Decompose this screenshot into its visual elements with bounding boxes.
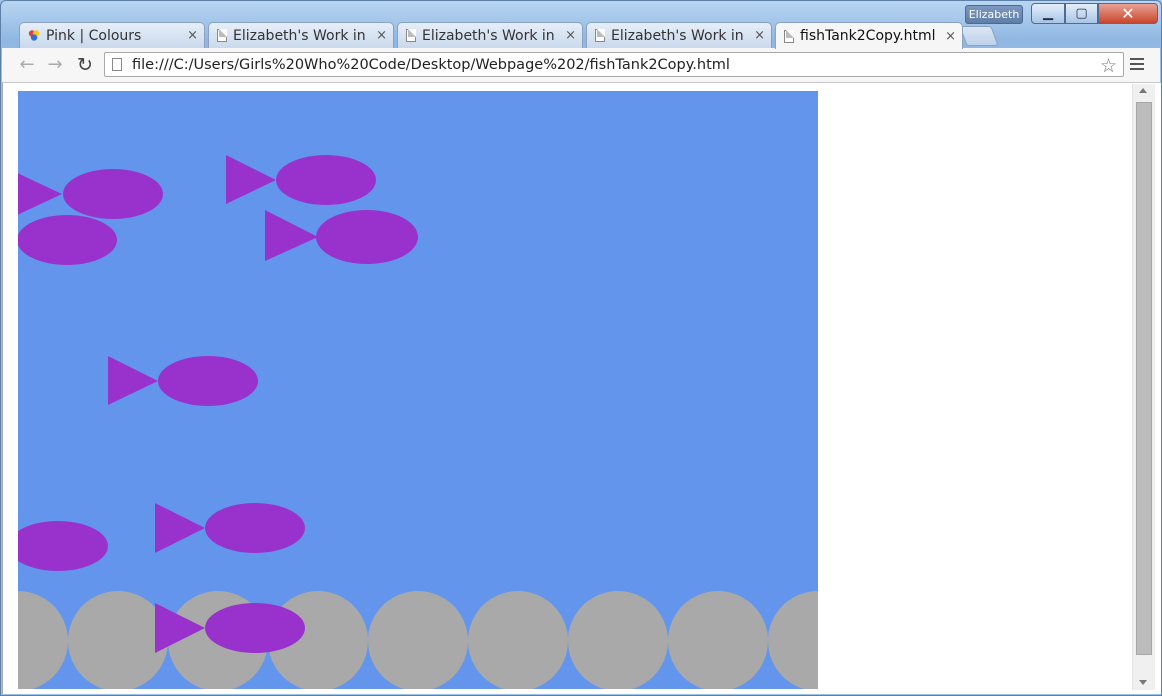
page-icon bbox=[112, 58, 122, 71]
new-tab-button[interactable] bbox=[959, 26, 999, 46]
fish-body bbox=[205, 503, 305, 553]
fish-body bbox=[205, 603, 305, 653]
fish bbox=[155, 503, 305, 553]
bookmark-star-icon[interactable]: ☆ bbox=[1100, 55, 1117, 77]
browser-toolbar: ← → ↻ file:///C:/Users/Girls%20Who%20Cod… bbox=[2, 48, 1160, 83]
scroll-down-arrow-icon[interactable] bbox=[1139, 680, 1147, 685]
tab-title: fishTank2Copy.html bbox=[800, 28, 936, 44]
tab-elizabeths-work-2[interactable]: Elizabeth's Work in C × bbox=[397, 22, 583, 48]
tab-close-icon[interactable]: × bbox=[945, 29, 956, 44]
menu-icon[interactable] bbox=[1130, 58, 1144, 72]
fish bbox=[226, 155, 376, 205]
tab-close-icon[interactable]: × bbox=[187, 28, 198, 43]
fish-tail bbox=[265, 210, 318, 261]
address-bar[interactable]: file:///C:/Users/Girls%20Who%20Code/Desk… bbox=[104, 52, 1124, 77]
tab-close-icon[interactable]: × bbox=[565, 28, 576, 43]
fish-tank-canvas bbox=[18, 91, 818, 689]
minimize-button[interactable]: ▁ bbox=[1031, 3, 1065, 24]
rock bbox=[468, 591, 568, 689]
fish-tail bbox=[108, 356, 158, 405]
forward-arrow-icon[interactable]: → bbox=[44, 54, 66, 76]
rock bbox=[368, 591, 468, 689]
rock bbox=[568, 591, 668, 689]
back-arrow-icon[interactable]: ← bbox=[16, 54, 38, 76]
fish-body bbox=[316, 210, 418, 264]
fish bbox=[18, 521, 108, 571]
vertical-scrollbar[interactable] bbox=[1132, 84, 1155, 690]
tab-title: Elizabeth's Work in C bbox=[233, 27, 371, 44]
fish bbox=[265, 210, 418, 264]
fish-tail bbox=[226, 155, 276, 204]
maximize-button[interactable]: ▢ bbox=[1065, 3, 1098, 24]
scroll-up-arrow-icon[interactable] bbox=[1139, 88, 1147, 93]
tab-elizabeths-work-3[interactable]: Elizabeth's Work in C × bbox=[586, 22, 772, 48]
browser-window: Elizabeth ▁ ▢ ✕ Pink | Colours × Elizabe… bbox=[0, 0, 1162, 696]
tab-close-icon[interactable]: × bbox=[376, 28, 387, 43]
tab-strip: Pink | Colours × Elizabeth's Work in C ×… bbox=[11, 22, 1001, 49]
url-text[interactable]: file:///C:/Users/Girls%20Who%20Code/Desk… bbox=[132, 57, 730, 73]
tab-close-icon[interactable]: × bbox=[754, 28, 765, 43]
fish-group bbox=[18, 155, 418, 653]
tab-pink-colours[interactable]: Pink | Colours × bbox=[19, 22, 205, 48]
rock bbox=[18, 591, 68, 689]
fish-body bbox=[18, 521, 108, 571]
fish-tail bbox=[18, 173, 62, 215]
fish-body bbox=[18, 215, 117, 265]
page-icon bbox=[595, 29, 605, 42]
scroll-thumb[interactable] bbox=[1136, 102, 1152, 655]
fish bbox=[18, 169, 163, 219]
fish-body bbox=[158, 356, 258, 406]
tab-elizabeths-work-1[interactable]: Elizabeth's Work in C × bbox=[208, 22, 394, 48]
tab-title: Pink | Colours bbox=[46, 27, 142, 44]
fish-body bbox=[63, 169, 163, 219]
tab-title: Elizabeth's Work in C bbox=[611, 27, 749, 44]
tab-fishtank2copy[interactable]: fishTank2Copy.html × bbox=[775, 22, 963, 49]
page-icon bbox=[784, 29, 794, 43]
fish-body bbox=[276, 155, 376, 205]
rock bbox=[68, 591, 168, 689]
rock bbox=[768, 591, 818, 689]
page-icon bbox=[406, 29, 416, 42]
rock bbox=[668, 591, 768, 689]
colour-wheel-icon bbox=[28, 29, 40, 42]
tab-title: Elizabeth's Work in C bbox=[422, 27, 560, 44]
fish-tail bbox=[155, 503, 205, 553]
fish bbox=[108, 356, 258, 406]
rocks bbox=[18, 591, 818, 689]
reload-icon[interactable]: ↻ bbox=[74, 54, 96, 76]
close-window-button[interactable]: ✕ bbox=[1098, 3, 1158, 24]
fish bbox=[18, 215, 117, 265]
page-icon bbox=[217, 29, 227, 42]
